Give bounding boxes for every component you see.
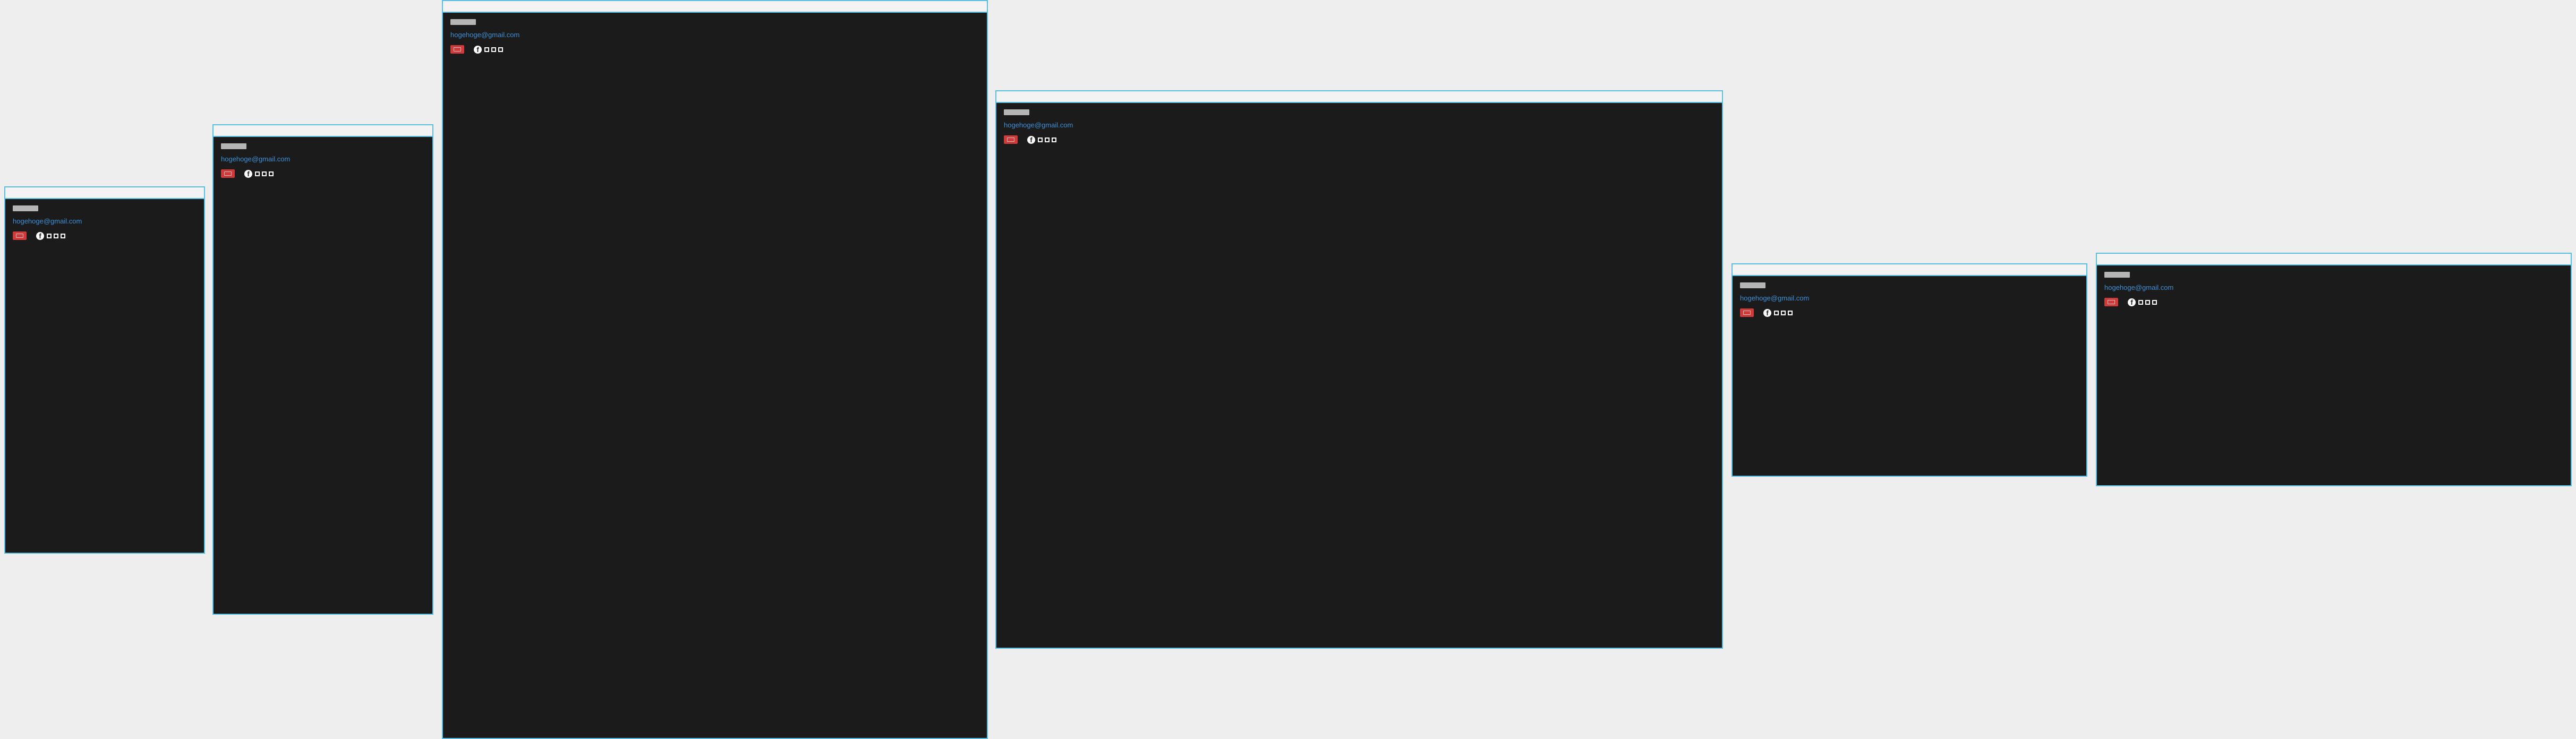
facebook-glyph: f: [247, 169, 250, 178]
share-buttons: [47, 233, 67, 238]
social-row: f: [221, 169, 432, 178]
facebook-icon[interactable]: f: [36, 231, 44, 240]
profile-name: [1004, 109, 1029, 115]
share-square-icon[interactable]: [1052, 137, 1056, 142]
share-square-icon[interactable]: [61, 233, 65, 238]
email-link[interactable]: hogehoge@gmail.com: [1740, 294, 2086, 302]
window-titlebar[interactable]: [996, 91, 1722, 103]
email-link[interactable]: hogehoge@gmail.com: [13, 217, 204, 225]
share-buttons: [484, 47, 505, 52]
profile-content: hogehoge@gmail.com f: [214, 137, 432, 178]
window-titlebar[interactable]: [1733, 264, 2086, 276]
share-square-icon[interactable]: [54, 233, 58, 238]
profile-content: hogehoge@gmail.com f: [5, 199, 204, 240]
share-buttons: [1038, 137, 1059, 142]
share-square-icon[interactable]: [1038, 137, 1043, 142]
profile-window-2: hogehoge@gmail.com f: [212, 124, 433, 615]
share-buttons: [255, 171, 276, 176]
facebook-glyph: f: [39, 231, 41, 240]
share-buttons: [2138, 299, 2159, 305]
facebook-icon[interactable]: f: [244, 169, 252, 178]
profile-window-4: hogehoge@gmail.com f: [995, 90, 1723, 649]
window-titlebar[interactable]: [443, 1, 987, 13]
facebook-icon[interactable]: f: [2128, 298, 2136, 306]
gmail-icon[interactable]: [13, 231, 27, 240]
share-square-icon[interactable]: [255, 171, 260, 176]
profile-window-1: hogehoge@gmail.com f: [4, 186, 205, 554]
facebook-glyph: f: [1030, 135, 1033, 144]
gmail-icon[interactable]: [1740, 308, 1754, 317]
gmail-icon[interactable]: [450, 45, 464, 54]
share-square-icon[interactable]: [2138, 299, 2143, 305]
social-row: f: [1004, 135, 1722, 144]
profile-content: hogehoge@gmail.com f: [2097, 265, 2571, 307]
email-link[interactable]: hogehoge@gmail.com: [221, 155, 432, 163]
window-titlebar[interactable]: [5, 187, 204, 199]
profile-name: [450, 19, 476, 25]
profile-name: [1740, 282, 1765, 288]
email-link[interactable]: hogehoge@gmail.com: [1004, 121, 1722, 129]
profile-name: [13, 205, 38, 211]
facebook-glyph: f: [2130, 298, 2133, 306]
profile-content: hogehoge@gmail.com f: [1733, 276, 2086, 317]
share-square-icon[interactable]: [1774, 310, 1779, 315]
share-square-icon[interactable]: [484, 47, 489, 52]
profile-name: [221, 143, 246, 149]
gmail-icon[interactable]: [221, 169, 235, 178]
profile-content: hogehoge@gmail.com f: [996, 103, 1722, 144]
profile-window-3: hogehoge@gmail.com f: [442, 0, 988, 739]
email-link[interactable]: hogehoge@gmail.com: [450, 31, 987, 39]
share-square-icon[interactable]: [1788, 310, 1793, 315]
share-square-icon[interactable]: [2145, 299, 2150, 305]
profile-name: [2104, 272, 2130, 278]
social-row: f: [13, 231, 204, 240]
share-square-icon[interactable]: [1781, 310, 1786, 315]
profile-content: hogehoge@gmail.com f: [443, 13, 987, 54]
social-row: f: [2104, 297, 2571, 307]
gmail-icon[interactable]: [1004, 135, 1018, 144]
facebook-icon[interactable]: f: [1763, 308, 1771, 317]
social-row: f: [1740, 308, 2086, 317]
facebook-glyph: f: [476, 45, 479, 54]
window-titlebar[interactable]: [2097, 254, 2571, 265]
share-square-icon[interactable]: [1045, 137, 1050, 142]
profile-window-6: hogehoge@gmail.com f: [2096, 253, 2572, 486]
share-square-icon[interactable]: [491, 47, 496, 52]
share-square-icon[interactable]: [262, 171, 267, 176]
facebook-icon[interactable]: f: [474, 45, 482, 54]
social-row: f: [450, 45, 987, 54]
gmail-icon[interactable]: [2104, 298, 2118, 306]
share-square-icon[interactable]: [2152, 299, 2157, 305]
share-square-icon[interactable]: [498, 47, 503, 52]
profile-window-5: hogehoge@gmail.com f: [1731, 263, 2087, 477]
share-square-icon[interactable]: [47, 233, 52, 238]
facebook-glyph: f: [1766, 308, 1769, 317]
facebook-icon[interactable]: f: [1027, 135, 1035, 144]
share-buttons: [1774, 310, 1795, 315]
window-titlebar[interactable]: [214, 125, 432, 137]
share-square-icon[interactable]: [269, 171, 274, 176]
email-link[interactable]: hogehoge@gmail.com: [2104, 283, 2571, 291]
